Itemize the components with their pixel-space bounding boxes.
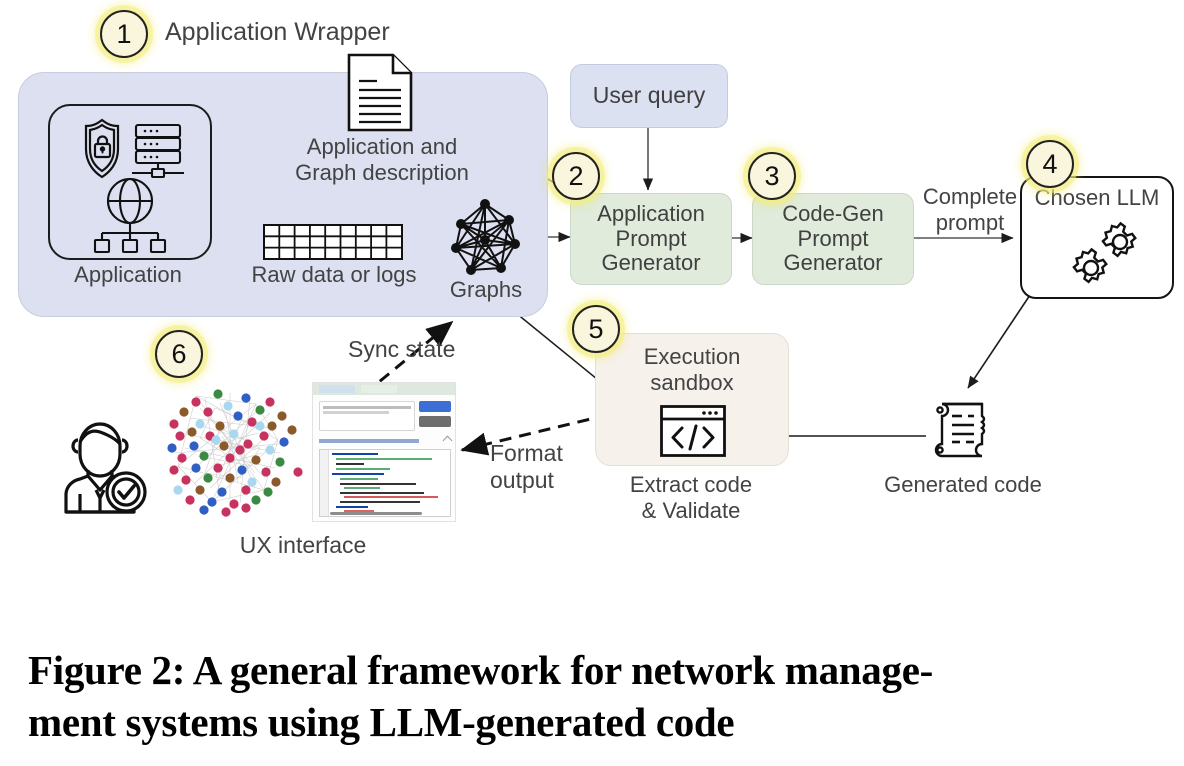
apg-line-1: Application: [597, 201, 705, 227]
desc-line-1: Application and: [306, 134, 458, 159]
format-output-label: Format output: [490, 440, 610, 493]
apg-line-3: Generator: [601, 250, 701, 276]
gears-icon: [1072, 221, 1137, 284]
code-window-icon: [660, 405, 726, 457]
format-line-1: Format: [490, 440, 563, 466]
server-rack-icon: [132, 123, 184, 179]
complete-prompt-label: Complete prompt: [910, 184, 1030, 235]
app-screenshot-icon[interactable]: [312, 382, 456, 522]
screenshot-run-button[interactable]: [419, 401, 451, 412]
graphs-icon: [449, 196, 523, 283]
extract-code-validate-label: Extract code & Validate: [595, 472, 787, 523]
figure-diagram: Application Wrapper 1 Application Applic…: [0, 0, 1184, 630]
application-graph-description-icon: [345, 52, 417, 139]
user-check-icon: [58, 412, 150, 521]
caption-line-2: ment systems using LLM-generated code: [28, 698, 735, 745]
execution-sandbox-node[interactable]: Execution sandbox: [595, 333, 789, 466]
screenshot-code-section-title: [319, 439, 419, 443]
screenshot-reset-button[interactable]: [419, 416, 451, 427]
chosen-llm-node[interactable]: Chosen LLM: [1020, 176, 1174, 299]
badge-4: 4: [1026, 140, 1074, 188]
graphs-label: Graphs: [449, 277, 523, 302]
badge-2: 2: [552, 152, 600, 200]
extract-line-1: Extract code: [629, 472, 753, 497]
globe-network-icon: [93, 177, 167, 254]
badge-3: 3: [748, 152, 796, 200]
cgpg-line-2: Prompt: [797, 225, 869, 251]
application-label: Application: [74, 262, 182, 287]
apg-line-2: Prompt: [615, 225, 687, 251]
raw-data-table-icon: [263, 224, 403, 265]
extract-line-2: & Validate: [641, 497, 741, 523]
chevron-up-icon[interactable]: [442, 435, 453, 446]
screenshot-prompt-input[interactable]: [319, 401, 415, 431]
badge-5: 5: [572, 305, 620, 353]
application-icons: [84, 118, 184, 254]
screenshot-code-block: [319, 449, 451, 517]
sandbox-line-2: sandbox: [650, 369, 734, 395]
cgpg-line-3: Generator: [783, 250, 883, 276]
application-wrapper-title: Application Wrapper: [165, 18, 390, 46]
cgpg-line-1: Code-Gen: [782, 201, 884, 227]
ux-interface-label: UX interface: [239, 532, 367, 558]
user-query-node[interactable]: User query: [570, 64, 728, 128]
figure-caption: Figure 2: A general framework for networ…: [28, 645, 1168, 748]
code-gen-prompt-generator-node[interactable]: Code-Gen Prompt Generator: [752, 193, 914, 285]
screenshot-tabbar: [313, 383, 455, 395]
complete-prompt-line-2: prompt: [935, 209, 1005, 235]
badge-1: 1: [100, 10, 148, 58]
complete-prompt-line-1: Complete: [922, 184, 1018, 209]
application-card: [48, 104, 212, 260]
chosen-llm-label: Chosen LLM: [1034, 185, 1160, 210]
network-graph-icon: [160, 378, 305, 525]
desc-line-2: Graph description: [295, 159, 469, 185]
application-prompt-generator-node[interactable]: Application Prompt Generator: [570, 193, 732, 285]
format-line-2: output: [490, 466, 554, 493]
shield-lock-icon: [84, 118, 120, 179]
caption-line-1: Figure 2: A general framework for networ…: [28, 647, 933, 693]
generated-code-label: Generated code: [884, 472, 1042, 497]
sync-state-label: Sync state: [348, 336, 456, 362]
screenshot-scrollbar[interactable]: [330, 512, 422, 515]
edge-llm-to-generatedcode: [967, 294, 1031, 389]
generated-code-icon: [928, 394, 998, 469]
badge-6: 6: [155, 330, 203, 378]
execution-sandbox-label: Execution sandbox: [596, 344, 788, 395]
sandbox-line-1: Execution: [643, 344, 741, 369]
application-graph-description-label: Application and Graph description: [268, 134, 496, 185]
raw-data-label: Raw data or logs: [251, 262, 417, 287]
